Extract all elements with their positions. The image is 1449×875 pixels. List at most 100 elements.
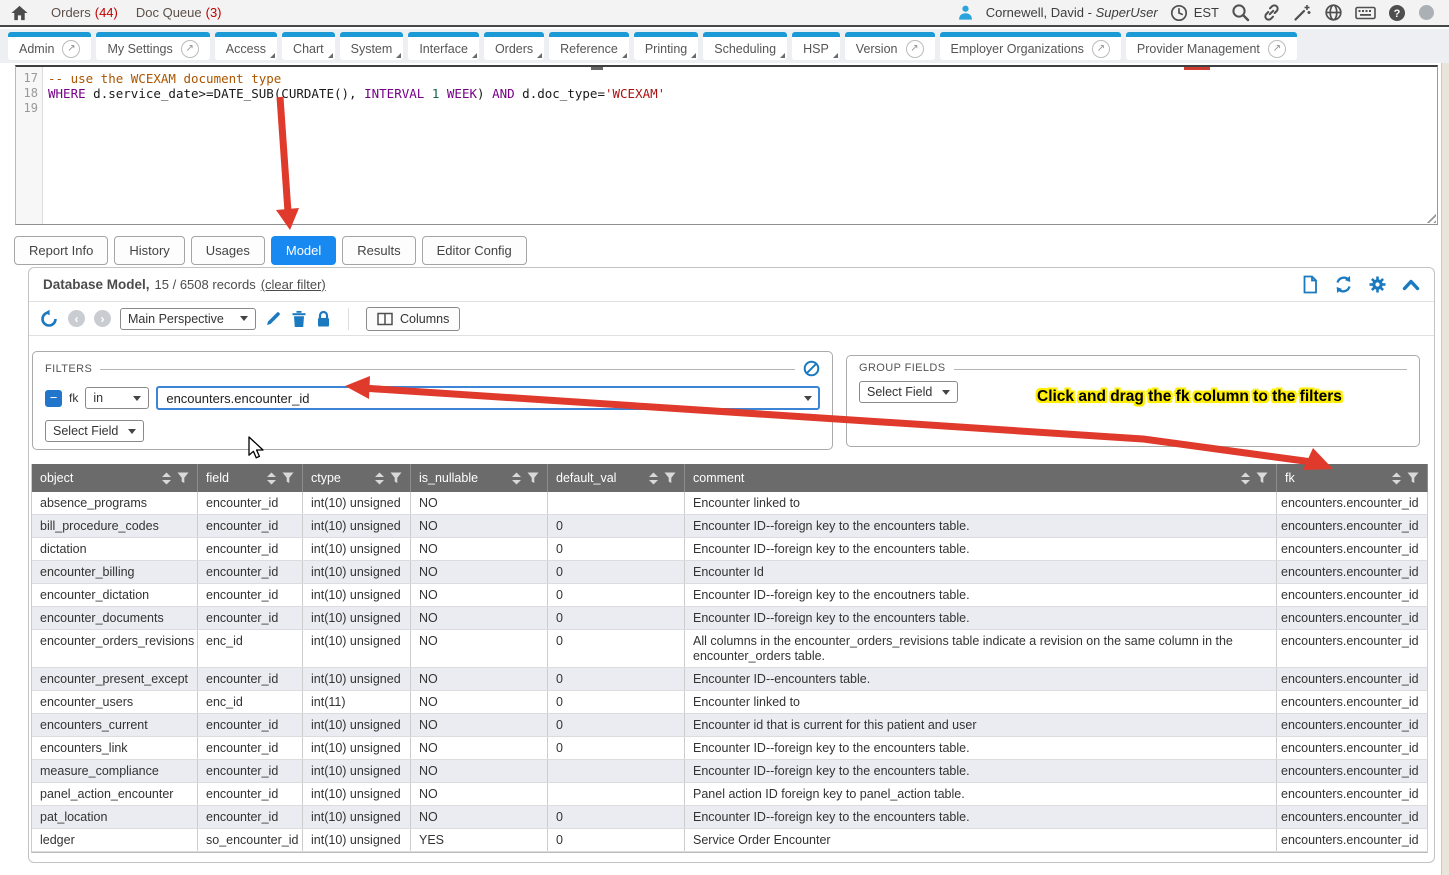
nav-tab-hsp[interactable]: HSP (792, 32, 840, 60)
nav-tab-employer-organizations[interactable]: Employer Organizations↗ (940, 32, 1121, 60)
queue-link-doc-queue[interactable]: Doc Queue (3) (136, 5, 222, 20)
history-forward-button[interactable]: › (94, 310, 111, 327)
column-header-is-nullable[interactable]: is_nullable (411, 464, 548, 492)
nav-tab-version[interactable]: Version↗ (845, 32, 935, 60)
column-header-comment[interactable]: comment (685, 464, 1277, 492)
columns-button[interactable]: Columns (366, 307, 460, 331)
input-dropdown-caret[interactable] (804, 396, 812, 401)
table-row-encounter-dictation[interactable]: encounter_dictationencounter_idint(10) u… (32, 584, 1428, 607)
filter-funnel-icon[interactable] (282, 472, 294, 484)
group-field-select[interactable]: Select Field (859, 381, 958, 403)
keyboard-icon[interactable] (1355, 5, 1376, 21)
filter-operator-select[interactable]: in (85, 387, 149, 409)
clock-icon[interactable] (1170, 4, 1188, 22)
filter-funnel-icon[interactable] (177, 472, 189, 484)
table-row-encounters-current[interactable]: encounters_currentencounter_idint(10) un… (32, 714, 1428, 737)
wand-icon[interactable] (1293, 3, 1312, 22)
table-row-encounter-users[interactable]: encounter_usersenc_idint(11)NO0Encounter… (32, 691, 1428, 714)
cell-ctype: int(10) unsigned (303, 737, 411, 759)
sort-icon[interactable] (161, 472, 172, 485)
sort-icon[interactable] (374, 472, 385, 485)
tab-report-info[interactable]: Report Info (14, 236, 108, 265)
external-link-icon[interactable]: ↗ (62, 40, 80, 58)
sort-icon[interactable] (1391, 472, 1402, 485)
nav-tab-admin[interactable]: Admin↗ (8, 32, 91, 60)
history-back-button[interactable]: ‹ (68, 310, 85, 327)
filter-funnel-icon[interactable] (664, 472, 676, 484)
external-link-icon[interactable]: ↗ (181, 40, 199, 58)
column-header-ctype[interactable]: ctype (303, 464, 411, 492)
tab-history[interactable]: History (114, 236, 184, 265)
tab-usages[interactable]: Usages (191, 236, 265, 265)
home-icon[interactable] (10, 4, 29, 22)
link-icon[interactable] (1262, 3, 1281, 22)
filter-funnel-icon[interactable] (1256, 472, 1268, 484)
table-row-absence-programs[interactable]: absence_programsencounter_idint(10) unsi… (32, 492, 1428, 515)
edit-pencil-icon[interactable] (265, 310, 282, 327)
table-row-panel-action-encounter[interactable]: panel_action_encounterencounter_idint(10… (32, 783, 1428, 806)
delete-trash-icon[interactable] (291, 310, 307, 328)
clear-filter-link[interactable]: (clear filter) (261, 277, 326, 292)
user-name[interactable]: Cornewell, David - SuperUser (986, 5, 1158, 20)
nav-tab-printing[interactable]: Printing (634, 32, 698, 60)
nav-tab-system[interactable]: System (340, 32, 404, 60)
filter-funnel-icon[interactable] (1407, 472, 1419, 484)
search-icon[interactable] (1231, 3, 1250, 22)
sql-editor[interactable]: 171819 -- use the WCEXAM document typeWH… (15, 65, 1438, 225)
remove-filter-button[interactable]: − (45, 390, 62, 407)
external-link-icon[interactable]: ↗ (906, 40, 924, 58)
cell-fk: encounters.encounter_id (1277, 691, 1428, 713)
table-row-ledger[interactable]: ledgerso_encounter_idint(10) unsignedYES… (32, 829, 1428, 852)
clear-filters-icon[interactable] (803, 360, 820, 377)
nav-tab-interface[interactable]: Interface (408, 32, 479, 60)
nav-tab-scheduling[interactable]: Scheduling (703, 32, 787, 60)
table-row-encounter-documents[interactable]: encounter_documentsencounter_idint(10) u… (32, 607, 1428, 630)
column-header-object[interactable]: object (32, 464, 198, 492)
filter-funnel-icon[interactable] (390, 472, 402, 484)
column-header-fk[interactable]: fk (1277, 464, 1428, 492)
filter-value-input[interactable] (156, 386, 820, 410)
nav-tab-chart[interactable]: Chart (282, 32, 335, 60)
cell-fk: encounters.encounter_id (1277, 760, 1428, 782)
globe-icon[interactable] (1324, 3, 1343, 22)
editor-code[interactable]: -- use the WCEXAM document typeWHERE d.s… (43, 67, 1437, 224)
table-row-encounters-link[interactable]: encounters_linkencounter_idint(10) unsig… (32, 737, 1428, 760)
undo-icon[interactable] (39, 309, 59, 329)
sort-icon[interactable] (1240, 472, 1251, 485)
document-icon[interactable] (1301, 275, 1319, 294)
external-link-icon[interactable]: ↗ (1092, 40, 1110, 58)
tab-results[interactable]: Results (342, 236, 415, 265)
nav-tab-provider-management[interactable]: Provider Management↗ (1126, 32, 1297, 60)
table-row-bill-procedure-codes[interactable]: bill_procedure_codesencounter_idint(10) … (32, 515, 1428, 538)
add-filter-field-value: Select Field (53, 424, 118, 438)
external-link-icon[interactable]: ↗ (1268, 40, 1286, 58)
table-row-encounter-orders-revisions[interactable]: encounter_orders_revisionsenc_idint(10) … (32, 630, 1428, 668)
queue-link-orders[interactable]: Orders (44) (51, 5, 118, 20)
table-row-measure-compliance[interactable]: measure_complianceencounter_idint(10) un… (32, 760, 1428, 783)
table-row-pat-location[interactable]: pat_locationencounter_idint(10) unsigned… (32, 806, 1428, 829)
table-row-dictation[interactable]: dictationencounter_idint(10) unsignedNO0… (32, 538, 1428, 561)
lock-icon[interactable] (316, 310, 331, 328)
collapse-chevron-icon[interactable] (1402, 278, 1420, 291)
sort-icon[interactable] (511, 472, 522, 485)
gear-icon[interactable] (1368, 275, 1387, 294)
nav-tab-access[interactable]: Access (215, 32, 277, 60)
clipped-line-fragment (591, 67, 603, 70)
tab-editor-config[interactable]: Editor Config (422, 236, 527, 265)
column-header-field[interactable]: field (198, 464, 303, 492)
tab-model[interactable]: Model (271, 236, 336, 265)
refresh-icon[interactable] (1334, 275, 1353, 294)
help-icon[interactable]: ? (1388, 4, 1406, 22)
sort-icon[interactable] (648, 472, 659, 485)
nav-tab-reference[interactable]: Reference (549, 32, 629, 60)
filter-funnel-icon[interactable] (527, 472, 539, 484)
sort-icon[interactable] (266, 472, 277, 485)
nav-tab-orders[interactable]: Orders (484, 32, 544, 60)
table-row-encounter-billing[interactable]: encounter_billingencounter_idint(10) uns… (32, 561, 1428, 584)
table-row-encounter-present-except[interactable]: encounter_present_exceptencounter_idint(… (32, 668, 1428, 691)
add-filter-field-select[interactable]: Select Field (45, 420, 144, 442)
nav-tab-my-settings[interactable]: My Settings↗ (96, 32, 209, 60)
annotation-text: Click and drag the fk column to the filt… (1037, 388, 1342, 406)
column-header-default-val[interactable]: default_val (548, 464, 685, 492)
perspective-select[interactable]: Main Perspective (120, 308, 256, 330)
